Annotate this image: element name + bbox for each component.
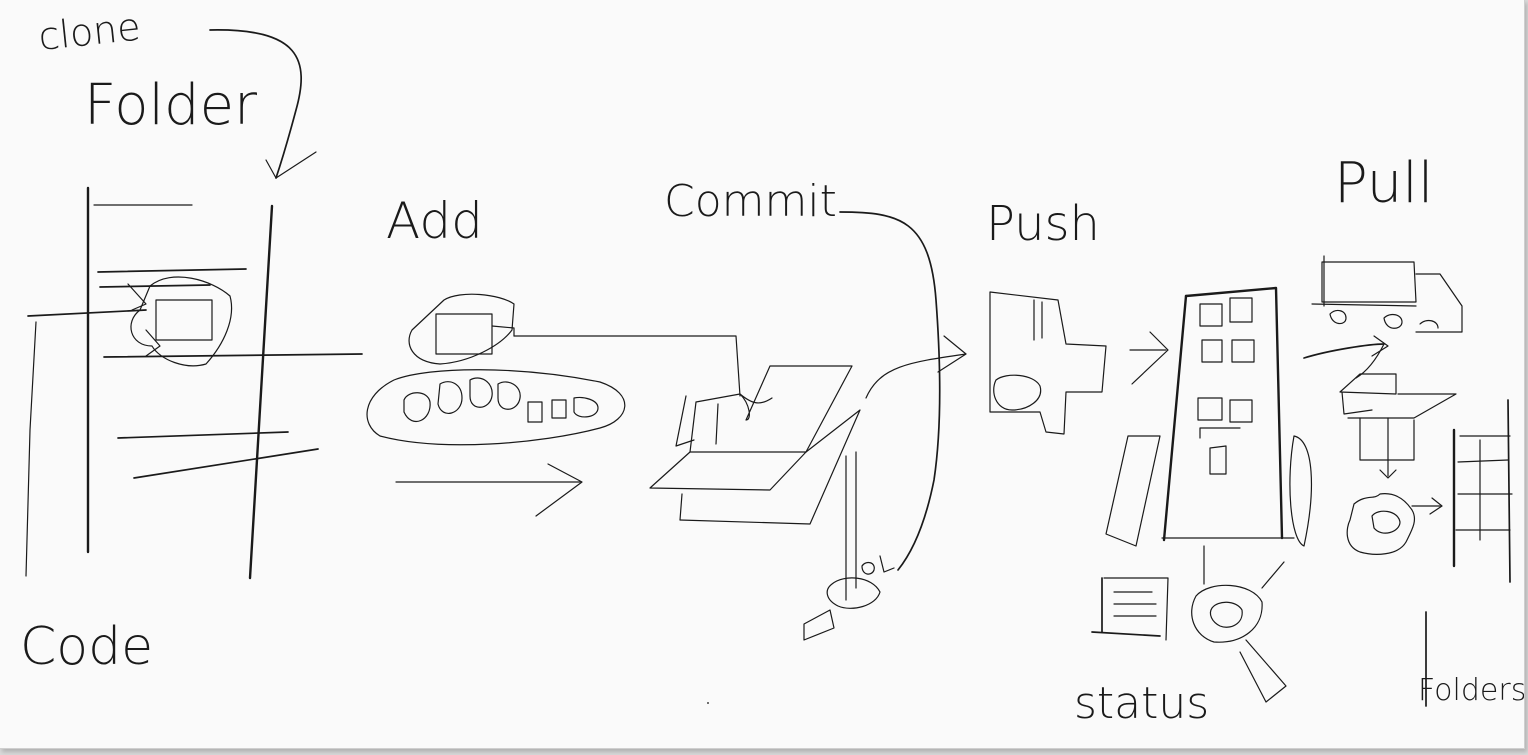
gear-icon — [1346, 493, 1443, 555]
label-status: status — [1074, 678, 1209, 729]
stray-dot — [707, 702, 709, 704]
document-icon — [1091, 577, 1169, 641]
commit-down-arrow — [803, 211, 941, 641]
cloud-upload-icon — [989, 291, 1107, 435]
code-file-icon — [130, 276, 233, 367]
open-box-small-icon — [1339, 373, 1457, 479]
open-box-icon — [649, 365, 861, 525]
label-folders: Folders — [1418, 673, 1524, 708]
folder-stack-small-icon — [1452, 399, 1513, 583]
label-commit: Commit — [664, 176, 837, 227]
pull-arrow — [1303, 335, 1389, 379]
server-tower-icon — [1105, 286, 1313, 547]
label-pull: Pull — [1334, 151, 1433, 216]
label-push: Push — [986, 196, 1100, 252]
server-arrow — [1129, 331, 1169, 385]
sketch-drawing: clone Folder Code Add Commit Push Pull s… — [20, 5, 1524, 729]
label-folder: Folder — [84, 73, 257, 138]
file-on-tray-icon — [366, 293, 626, 446]
folder-stack-icon — [25, 186, 363, 580]
label-add: Add — [386, 192, 483, 250]
truck-icon — [1311, 255, 1463, 333]
push-arrow — [865, 335, 967, 399]
whiteboard-canvas[interactable]: clone Folder Code Add Commit Push Pull s… — [0, 0, 1525, 749]
label-code: Code — [20, 617, 153, 677]
label-clone: clone — [36, 5, 142, 59]
